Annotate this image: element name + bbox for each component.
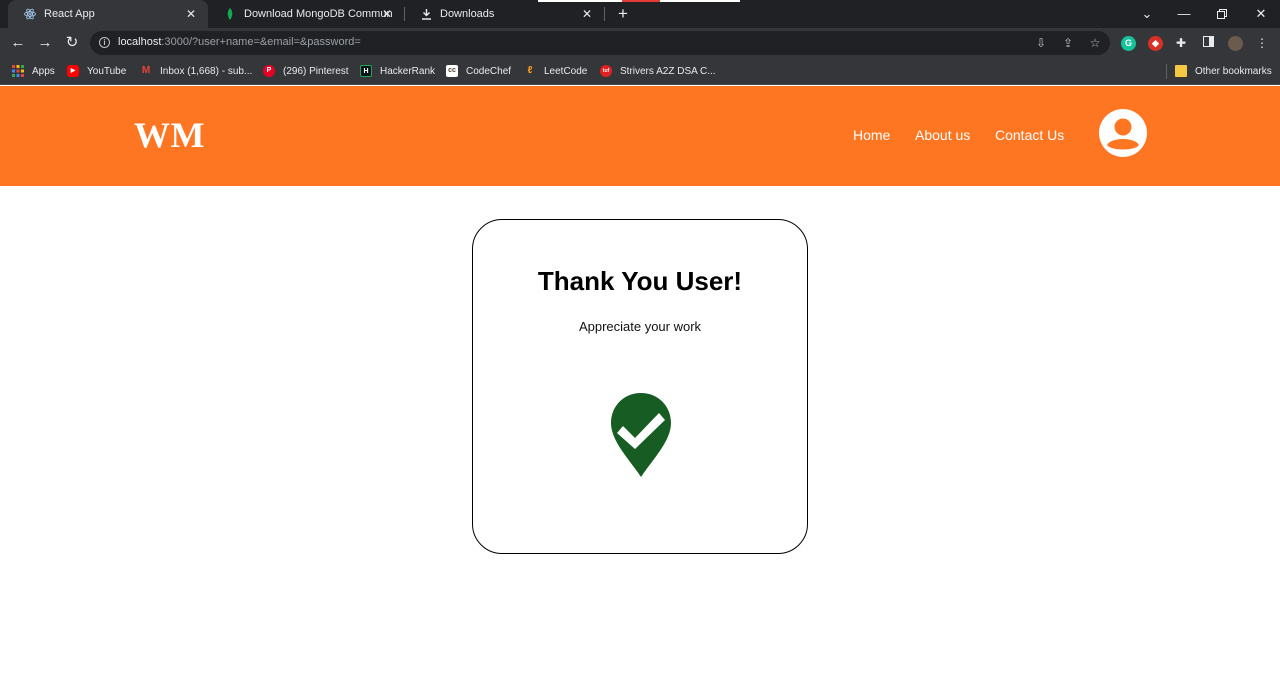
bookmark-label: Apps	[32, 65, 55, 77]
bookmark-label: (296) Pinterest	[283, 65, 349, 77]
gmail-icon: M	[141, 65, 151, 76]
tab-mongodb[interactable]: Download MongoDB Community ✕	[208, 0, 404, 28]
bookmark-other[interactable]: Other bookmarks	[1175, 64, 1272, 78]
bookmark-label: HackerRank	[380, 65, 436, 77]
user-avatar-icon[interactable]	[1099, 109, 1147, 157]
forward-icon[interactable]: →	[36, 34, 54, 52]
mongodb-leaf-icon	[224, 8, 236, 20]
tab-indicator-strip	[660, 0, 740, 2]
bookmark-leetcode[interactable]: ℓ LeetCode	[524, 64, 588, 78]
tab-downloads[interactable]: Downloads ✕	[404, 0, 604, 28]
pinterest-icon: P	[263, 65, 275, 77]
bookmark-label: CodeChef	[466, 65, 512, 77]
react-icon	[24, 8, 36, 20]
codechef-icon: cc	[446, 65, 458, 77]
bookmark-label: Inbox (1,668) - sub...	[160, 65, 253, 77]
tab-title: Downloads	[440, 8, 495, 20]
tab-indicator-strip	[622, 0, 660, 2]
bookmarks-bar: Apps ▶ YouTube M Inbox (1,668) - sub... …	[0, 58, 1280, 85]
site-logo[interactable]: WM	[134, 114, 205, 156]
bookmark-gmail[interactable]: M Inbox (1,668) - sub...	[140, 64, 252, 78]
check-pin-icon	[609, 391, 673, 481]
site-info-icon[interactable]: i	[99, 37, 110, 48]
browser-toolbar: ← → ↻ i localhost:3000/?user+name=&email…	[0, 28, 1280, 58]
nav-about-us[interactable]: About us	[915, 127, 970, 143]
tab-react-app[interactable]: React App ✕	[8, 0, 208, 28]
tuf-icon: tuf	[600, 65, 612, 77]
close-window-icon[interactable]: ✕	[1251, 4, 1271, 24]
close-tab-icon[interactable]: ✕	[184, 7, 198, 21]
bookmark-strivers[interactable]: tuf Strivers A2Z DSA C...	[600, 64, 716, 78]
bookmark-label: Other bookmarks	[1195, 65, 1272, 77]
bookmark-codechef[interactable]: cc CodeChef	[446, 64, 511, 78]
thank-you-card: Thank You User! Appreciate your work	[472, 219, 808, 554]
card-title: Thank You User!	[537, 266, 743, 296]
tab-title: React App	[44, 8, 95, 20]
share-icon[interactable]: ⇪	[1061, 36, 1075, 50]
extension-badge-icon[interactable]: ◆	[1148, 36, 1163, 51]
new-tab-button[interactable]: +	[614, 5, 632, 23]
youtube-icon: ▶	[67, 65, 79, 77]
tab-search-icon[interactable]: ⌄	[1137, 4, 1157, 24]
profile-avatar[interactable]	[1228, 36, 1243, 51]
bookmark-pinterest[interactable]: P (296) Pinterest	[263, 64, 349, 78]
install-app-icon[interactable]: ⇩	[1034, 36, 1048, 50]
minimize-icon[interactable]: —	[1174, 4, 1194, 24]
grammarly-icon[interactable]: G	[1121, 36, 1136, 51]
address-bar[interactable]: i localhost:3000/?user+name=&email=&pass…	[90, 31, 1110, 55]
back-icon[interactable]: ←	[9, 34, 27, 52]
reload-icon[interactable]: ↻	[63, 34, 81, 52]
bookmark-apps[interactable]: Apps	[12, 64, 55, 78]
site-header: WM Home About us Contact Us	[0, 86, 1280, 186]
tab-title: Download MongoDB Community	[244, 8, 392, 20]
card-subtitle: Appreciate your work	[578, 319, 702, 334]
close-tab-icon[interactable]: ✕	[380, 7, 394, 21]
apps-grid-icon	[12, 65, 24, 77]
tab-divider	[604, 7, 605, 21]
side-panel-icon[interactable]	[1201, 36, 1215, 50]
extensions-puzzle-icon[interactable]: ✚	[1174, 36, 1188, 50]
tab-strip: React App ✕ Download MongoDB Community ✕…	[0, 0, 1280, 28]
bookmark-label: YouTube	[87, 65, 127, 77]
download-icon	[420, 8, 432, 20]
hackerrank-icon: H	[360, 65, 372, 77]
bookmark-star-icon[interactable]: ☆	[1088, 36, 1102, 50]
nav-contact-us[interactable]: Contact Us	[995, 127, 1064, 143]
nav-home[interactable]: Home	[853, 127, 890, 143]
restore-icon[interactable]	[1212, 4, 1232, 24]
tab-indicator-strip	[538, 0, 622, 2]
folder-icon	[1175, 65, 1187, 77]
url-text[interactable]: localhost:3000/?user+name=&email=&passwo…	[118, 36, 361, 48]
close-tab-icon[interactable]: ✕	[580, 7, 594, 21]
leetcode-icon: ℓ	[527, 65, 533, 76]
bookmarks-divider	[1166, 64, 1167, 79]
bookmark-label: Strivers A2Z DSA C...	[620, 65, 716, 77]
bookmark-label: LeetCode	[544, 65, 588, 77]
bookmark-youtube[interactable]: ▶ YouTube	[67, 64, 126, 78]
menu-dots-icon[interactable]: ⋮	[1255, 36, 1269, 50]
bookmark-hackerrank[interactable]: H HackerRank	[360, 64, 435, 78]
